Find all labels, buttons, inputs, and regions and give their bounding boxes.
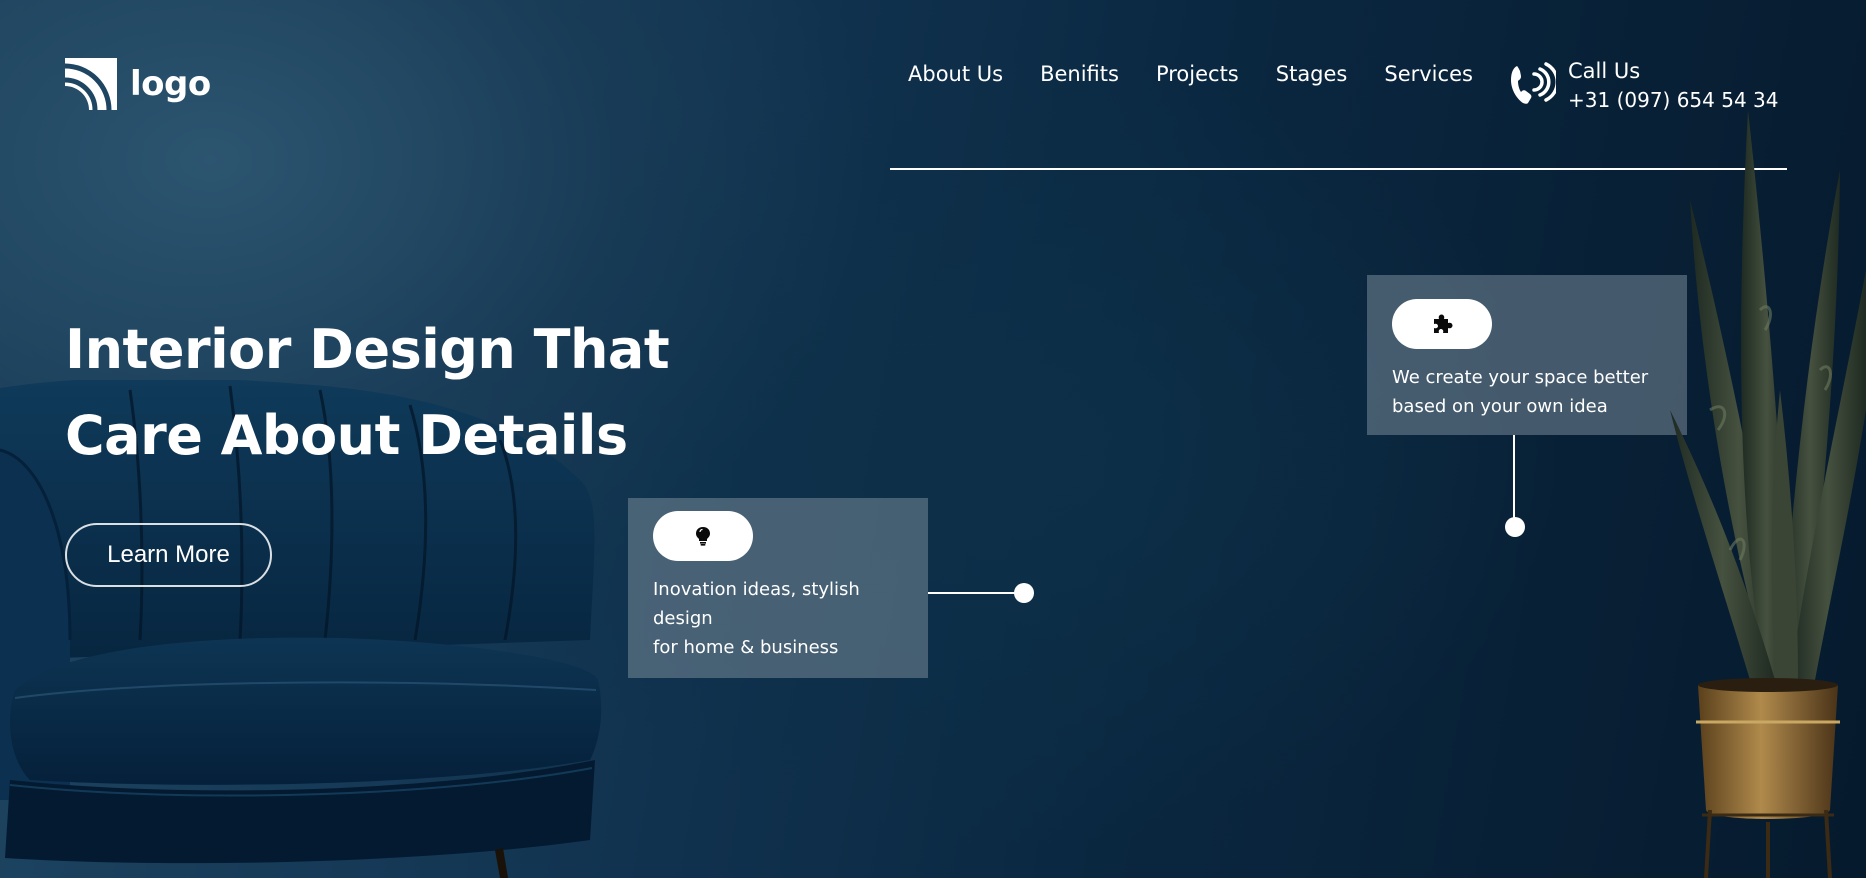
connector-dot — [1505, 517, 1525, 537]
feature-text-line-2: for home & business — [653, 637, 839, 658]
puzzle-icon — [1434, 314, 1453, 333]
nav-item-stages[interactable]: Stages — [1276, 62, 1348, 86]
logo-text: logo — [130, 64, 211, 104]
logo[interactable]: logo — [65, 58, 211, 110]
call-us[interactable]: Call Us +31 (097) 654 54 34 — [1508, 59, 1779, 111]
feature-text-line-1: Inovation ideas, stylish design — [653, 579, 860, 629]
signal-arcs-icon — [65, 58, 117, 110]
call-label: Call Us — [1568, 59, 1641, 83]
learn-more-button[interactable]: Learn More — [65, 523, 272, 587]
feature-card-innovation: Inovation ideas, stylish design for home… — [628, 498, 928, 678]
connector-line — [928, 592, 1024, 594]
potted-plant-image — [1670, 110, 1866, 878]
nav-item-benifits[interactable]: Benifits — [1040, 62, 1119, 86]
feature-icon-pill — [653, 511, 753, 561]
feature-card-custom-space: We create your space better based on you… — [1367, 275, 1687, 435]
nav-item-services[interactable]: Services — [1384, 62, 1473, 86]
header-divider — [890, 168, 1787, 170]
feature-text-line-1: We create your space better — [1392, 367, 1649, 388]
hero-title-line-2: Care About Details — [65, 404, 628, 467]
phone-icon — [1511, 62, 1556, 104]
main-nav: About Us Benifits Projects Stages Servic… — [908, 62, 1473, 86]
feature-icon-pill — [1392, 299, 1492, 349]
nav-item-about-us[interactable]: About Us — [908, 62, 1003, 86]
feature-text: Inovation ideas, stylish design for home… — [653, 575, 903, 662]
phone-number[interactable]: +31 (097) 654 54 34 — [1568, 89, 1779, 111]
lightbulb-icon — [696, 527, 710, 546]
feature-text: We create your space better based on you… — [1392, 363, 1662, 421]
hero-title: Interior Design That Care About Details — [65, 307, 765, 479]
nav-item-projects[interactable]: Projects — [1156, 62, 1239, 86]
connector-dot — [1014, 583, 1034, 603]
feature-text-line-2: based on your own idea — [1392, 396, 1608, 417]
connector-line — [1513, 435, 1515, 527]
hero-title-line-1: Interior Design That — [65, 318, 670, 381]
